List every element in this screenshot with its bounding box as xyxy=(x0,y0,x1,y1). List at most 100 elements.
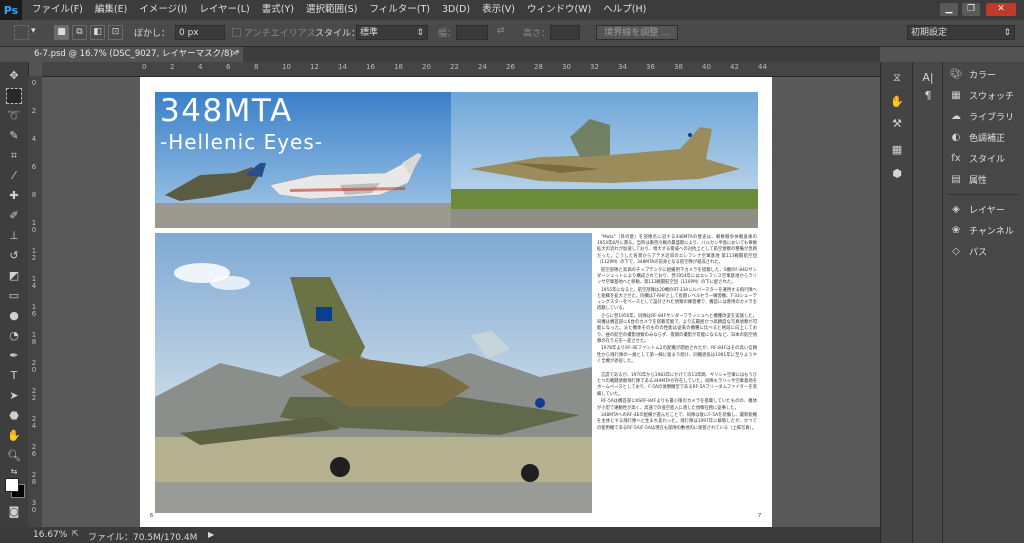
menu-file[interactable]: ファイル(F) xyxy=(26,0,89,20)
style-select[interactable]: 標準 ⇕ xyxy=(356,25,428,40)
ruler-tick-label: 10 xyxy=(31,219,37,234)
ruler-tick-label: 18 xyxy=(394,63,403,71)
photoshop-logo-icon[interactable]: Ps xyxy=(0,0,22,20)
chevron-down-icon: ⇕ xyxy=(1003,28,1011,38)
document-tab[interactable]: 6-7.psd @ 16.7% (DSC_9027, レイヤーマスク/8) * … xyxy=(28,47,243,62)
page-number-right: 7 xyxy=(758,513,761,519)
intersect-selection-icon[interactable]: ⊡ xyxy=(108,25,123,40)
panel-swatches[interactable]: ▦ スウォッチ xyxy=(949,86,1023,104)
swatches-icon: ▦ xyxy=(951,89,961,101)
menu-layer[interactable]: レイヤー(L) xyxy=(193,0,255,20)
shape-tool-icon[interactable]: ⬣ xyxy=(6,408,22,424)
photo-top-right xyxy=(451,92,758,228)
paragraph-icon[interactable]: ¶ xyxy=(920,88,936,104)
close-tab-icon[interactable]: ✕ xyxy=(231,47,238,62)
quick-mask-icon[interactable]: ◙ xyxy=(6,504,22,520)
type-tool-icon[interactable]: T xyxy=(6,368,22,384)
menu-select[interactable]: 選択範囲(S) xyxy=(300,0,363,20)
clone-stamp-tool-icon[interactable]: ⊥ xyxy=(6,228,22,244)
ruler-tick-label: 0 xyxy=(142,63,147,71)
path-selection-tool-icon[interactable]: ➤ xyxy=(6,388,22,404)
marquee-preset-icon[interactable] xyxy=(14,25,29,40)
status-menu-arrow-icon[interactable]: ▶ xyxy=(208,530,214,539)
zoom-level[interactable]: 16.67% xyxy=(33,530,67,540)
ruler-tick-label: 28 xyxy=(534,63,543,71)
feather-input[interactable]: 0 px xyxy=(175,25,225,40)
actions-icon[interactable]: ✋ xyxy=(889,94,905,110)
panel-adjustments[interactable]: ◐ 色調補正 xyxy=(949,128,1023,146)
dropdown-arrow-icon[interactable]: ▾ xyxy=(31,26,36,36)
share-icon[interactable]: ⇱ xyxy=(72,529,79,538)
menu-window[interactable]: ウィンドウ(W) xyxy=(521,0,597,20)
photo-main-phantom xyxy=(155,233,592,513)
minimize-icon[interactable]: ▁ xyxy=(940,3,958,16)
palette-icon: 🎨︎ xyxy=(949,68,963,80)
menu-edit[interactable]: 編集(E) xyxy=(89,0,133,20)
panel-color[interactable]: 🎨︎ カラー xyxy=(949,65,1023,83)
foreground-color-swatch[interactable] xyxy=(5,478,19,492)
ruler-tick-label: 26 xyxy=(31,443,37,458)
article-paragraph: "Mata"（目の意）を部隊名に冠する348MTAの歴史は、朝鮮戦争休戦直後の1… xyxy=(597,235,757,265)
subtract-selection-icon[interactable]: ◧ xyxy=(90,25,105,40)
panel-styles[interactable]: fx スタイル xyxy=(949,149,1023,167)
height-input[interactable] xyxy=(550,25,580,40)
menu-image[interactable]: イメージ(I) xyxy=(133,0,193,20)
quick-selection-tool-icon[interactable]: ✎ xyxy=(6,128,22,144)
eraser-tool-icon[interactable]: ◩ xyxy=(6,268,22,284)
gradient-tool-icon[interactable]: ▭ xyxy=(6,288,22,304)
brush-tool-icon[interactable]: ✐ xyxy=(6,208,22,224)
ruler-tick-label: 10 xyxy=(282,63,291,71)
panel-paths[interactable]: ◇ パス xyxy=(949,242,1023,260)
menu-filter[interactable]: フィルター(T) xyxy=(363,0,436,20)
ruler-tick-label: 6 xyxy=(226,63,231,71)
lasso-tool-icon[interactable]: ➰ xyxy=(6,108,22,124)
ruler-tick-label: 30 xyxy=(562,63,571,71)
menu-help[interactable]: ヘルプ(H) xyxy=(597,0,652,20)
ruler-tick-label: 24 xyxy=(31,415,37,430)
menu-view[interactable]: 表示(V) xyxy=(476,0,521,20)
dodge-tool-icon[interactable]: ◔ xyxy=(6,328,22,344)
menu-type[interactable]: 書式(Y) xyxy=(256,0,300,20)
restore-icon[interactable]: ❐ xyxy=(962,3,980,16)
refine-edge-button[interactable]: 境界線を調整 ... xyxy=(596,25,678,40)
rectangular-marquee-tool-icon[interactable] xyxy=(6,88,22,104)
panel-divider xyxy=(947,194,1019,195)
document-canvas[interactable]: 348MTA -Hellenic Eyes- 6 7 "Mata"（目の意）を部… xyxy=(140,77,772,527)
ruler-tick-label: 4 xyxy=(198,63,203,71)
zoom-tool-icon[interactable]: 🔍︎ xyxy=(6,448,22,464)
article-body: "Mata"（目の意）を部隊名に冠する348MTAの歴史は、朝鮮戦争休戦直後の1… xyxy=(597,235,757,433)
ruler-tick-label: 38 xyxy=(674,63,683,71)
ruler-tick-label: 14 xyxy=(338,63,347,71)
tool-presets-icon[interactable]: ⚒ xyxy=(889,116,905,132)
ruler-tick-label: 0 xyxy=(31,79,37,87)
history-icon[interactable]: ⧖ xyxy=(889,70,905,86)
brushes-icon[interactable]: ▦ xyxy=(889,142,905,158)
panel-libraries[interactable]: ☁ ライブラリ xyxy=(949,107,1023,125)
3d-icon[interactable]: ⬢ xyxy=(889,166,905,182)
panel-properties[interactable]: ▤ 属性 xyxy=(949,170,1023,188)
panel-layers[interactable]: ◈ レイヤー xyxy=(949,200,1023,218)
library-icon: ☁ xyxy=(951,110,961,122)
ruler-vertical: 0 2 4 6 8 10 12 14 16 18 20 22 24 26 28 30 xyxy=(28,76,43,527)
pen-tool-icon[interactable]: ✒ xyxy=(6,348,22,364)
workspace-select[interactable]: 初期設定 ⇕ xyxy=(907,25,1015,40)
swap-icon[interactable]: ⇄ xyxy=(497,26,505,36)
crop-tool-icon[interactable]: ⌗ xyxy=(6,148,22,164)
article-paragraph: 1978年よりRF-4Eファントム2の配備が開始されたが、RF-84Fはその高い… xyxy=(597,346,757,364)
options-bar: ▾ ■ ⧉ ◧ ⊡ ぼかし： 0 px アンチエイリアス スタイル： 標準 ⇕ 幅… xyxy=(0,20,1024,47)
character-icon[interactable]: A| xyxy=(920,70,936,86)
panel-channels[interactable]: ❀ チャンネル xyxy=(949,221,1023,239)
eyedropper-tool-icon[interactable]: ⁄ xyxy=(6,168,22,184)
width-input[interactable] xyxy=(456,25,488,40)
menu-3d[interactable]: 3D(D) xyxy=(436,0,476,20)
new-selection-icon[interactable]: ■ xyxy=(54,25,69,40)
move-tool-icon[interactable]: ✥ xyxy=(6,68,22,84)
height-label: 高さ： xyxy=(523,29,551,39)
close-icon[interactable]: ✕ xyxy=(986,3,1016,16)
blur-tool-icon[interactable]: ● xyxy=(6,308,22,324)
antialias-checkbox[interactable] xyxy=(232,28,241,37)
hand-tool-icon[interactable]: ✋ xyxy=(6,428,22,444)
healing-brush-tool-icon[interactable]: ✚ xyxy=(6,188,22,204)
history-brush-tool-icon[interactable]: ↺ xyxy=(6,248,22,264)
add-selection-icon[interactable]: ⧉ xyxy=(72,25,87,40)
